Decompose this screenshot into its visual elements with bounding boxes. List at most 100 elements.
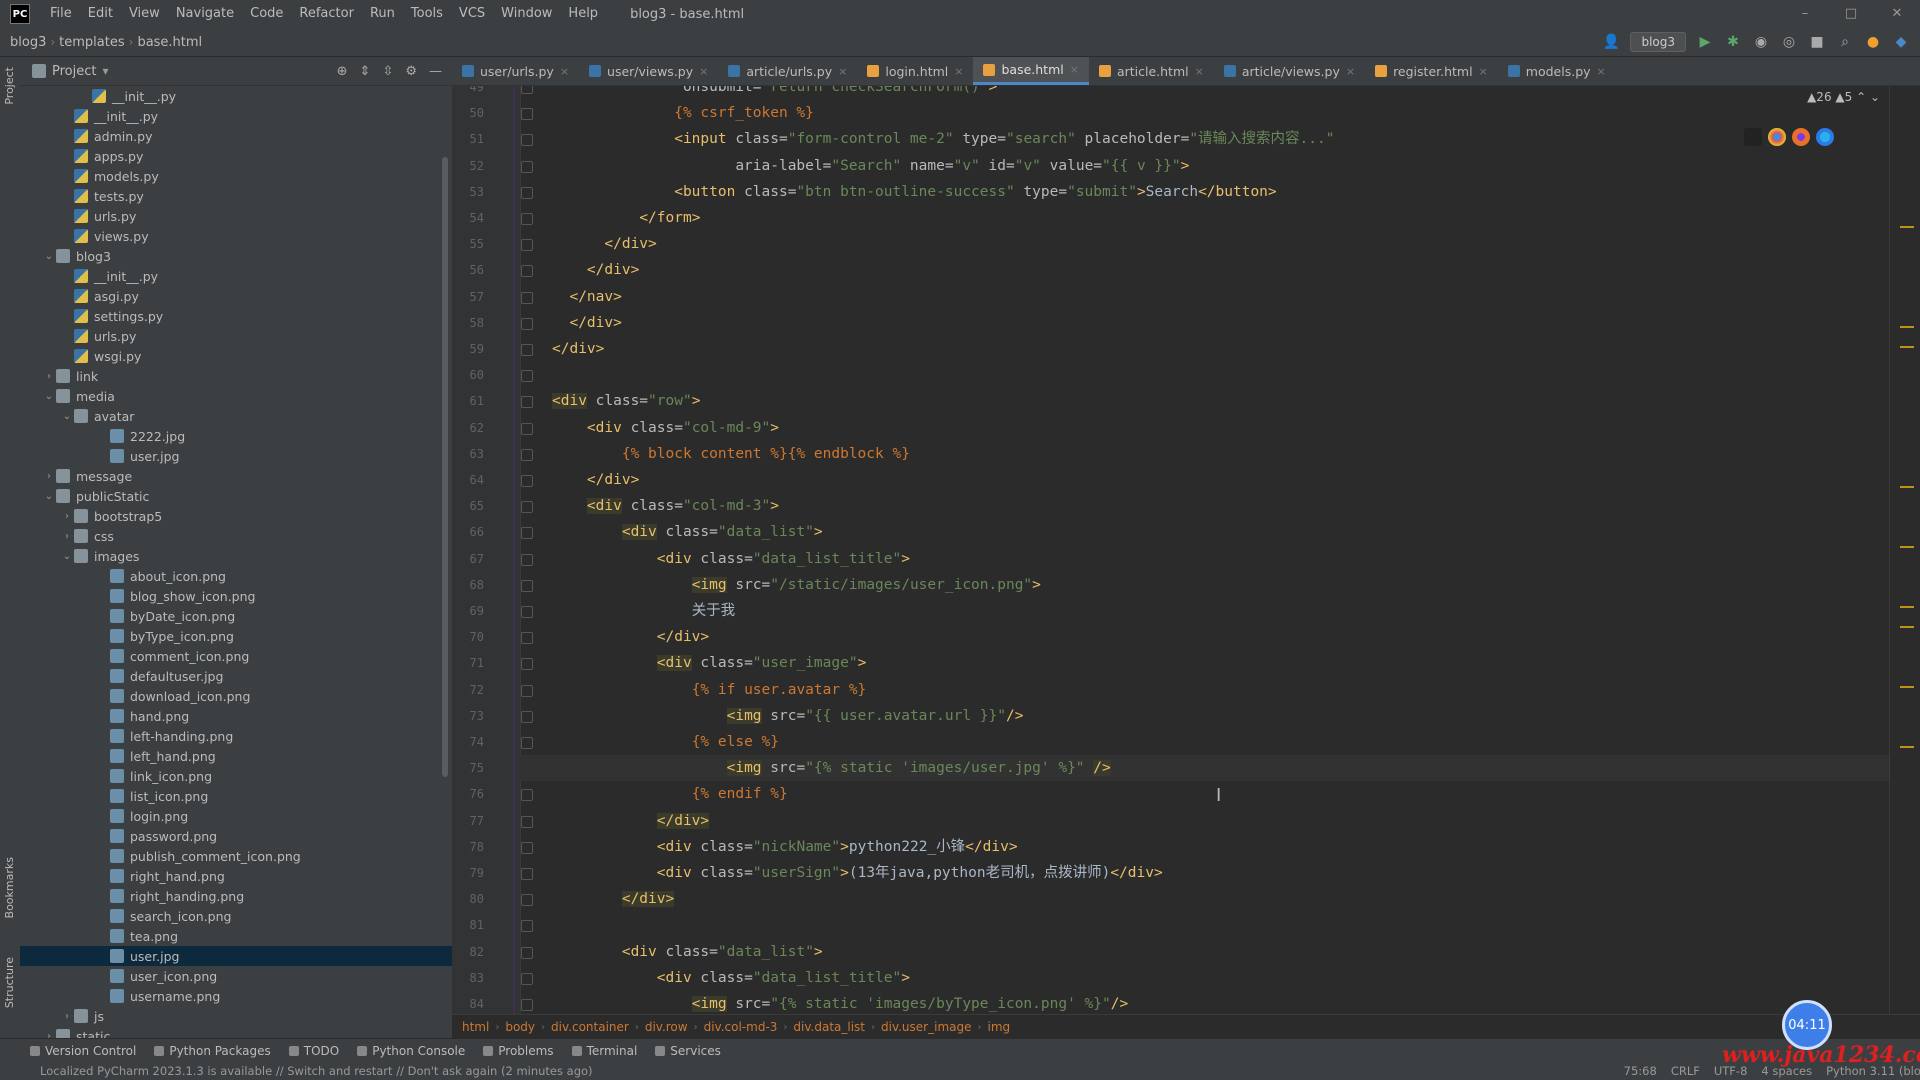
chevron-down-icon[interactable]: ▾	[102, 64, 108, 78]
close-icon[interactable]: ×	[1597, 65, 1606, 78]
breadcrumb-item[interactable]: div.user_image	[881, 1020, 972, 1034]
tree-file[interactable]: password.png	[20, 826, 452, 846]
fold-marker[interactable]	[521, 291, 533, 304]
tree-folder[interactable]: ⌄ publicStatic	[20, 486, 452, 506]
code-line[interactable]: <div class="data_list_title">	[552, 546, 910, 572]
tree-file[interactable]: login.png	[20, 806, 452, 826]
code-line[interactable]: <div class="nickName">python222_小锋</div>	[552, 834, 1018, 860]
fold-marker[interactable]	[521, 317, 533, 330]
close-icon[interactable]: ×	[1070, 63, 1079, 76]
code-line[interactable]: <img src="{% static 'images/byType_icon.…	[552, 991, 1128, 1014]
code-line[interactable]: </div>	[552, 886, 675, 912]
editor-tab[interactable]: login.html ×	[857, 57, 973, 85]
editor-tab[interactable]: user/urls.py ×	[452, 57, 579, 85]
pycharm-preview-icon[interactable]	[1744, 128, 1762, 146]
caret-position[interactable]: 75:68	[1624, 1064, 1657, 1078]
tree-file[interactable]: right_hand.png	[20, 866, 452, 886]
breadcrumb-item[interactable]: div.container	[551, 1020, 629, 1034]
tree-file[interactable]: models.py	[20, 166, 452, 186]
fold-marker[interactable]	[521, 658, 533, 671]
fold-marker[interactable]	[521, 160, 533, 173]
fold-marker[interactable]	[521, 972, 533, 985]
nav-crumb-file[interactable]: base.html	[133, 35, 206, 50]
user-icon[interactable]: 👤	[1602, 33, 1620, 51]
tree-file[interactable]: user_icon.png	[20, 966, 452, 986]
fold-marker[interactable]	[521, 448, 533, 461]
menu-edit[interactable]: Edit	[80, 0, 121, 28]
inspection-widget[interactable]: ▲26 ▲5 ⌃ ⌄	[1807, 90, 1880, 104]
tree-folder[interactable]: › link	[20, 366, 452, 386]
code-line[interactable]: </div>	[552, 808, 710, 834]
coverage-icon[interactable]: ◉	[1752, 33, 1770, 51]
fold-marker[interactable]	[521, 789, 533, 802]
close-icon[interactable]: ×	[1346, 65, 1355, 78]
chevron-right-icon[interactable]: ›	[42, 371, 56, 382]
tree-file[interactable]: user.jpg	[20, 446, 452, 466]
breadcrumb-item[interactable]: div.row	[645, 1020, 688, 1034]
chevron-down-icon[interactable]: ⌄	[60, 411, 74, 422]
editor-tab[interactable]: base.html ×	[973, 57, 1089, 85]
stop-icon[interactable]: ■	[1808, 33, 1826, 51]
chevron-right-icon[interactable]: ›	[60, 1011, 74, 1022]
tool-window-todo[interactable]: TODO	[288, 1044, 339, 1058]
editor-tab[interactable]: register.html ×	[1365, 57, 1498, 85]
tree-file[interactable]: asgi.py	[20, 286, 452, 306]
fold-marker[interactable]	[521, 815, 533, 828]
tree-file[interactable]: 2222.jpg	[20, 426, 452, 446]
fold-marker[interactable]	[521, 894, 533, 907]
tree-file[interactable]: hand.png	[20, 706, 452, 726]
fold-marker[interactable]	[521, 684, 533, 697]
editor-tab[interactable]: article/urls.py ×	[718, 57, 857, 85]
firefox-icon[interactable]	[1792, 128, 1810, 146]
locate-icon[interactable]: ⊕	[337, 64, 348, 79]
code-line[interactable]: {% endif %}	[552, 781, 788, 807]
code-line[interactable]: </div>	[552, 467, 639, 493]
code-line[interactable]: </div>	[552, 310, 621, 336]
fold-marker[interactable]	[521, 370, 533, 383]
fold-marker[interactable]	[521, 841, 533, 854]
update-icon[interactable]: ●	[1864, 33, 1882, 51]
fold-marker[interactable]	[521, 553, 533, 566]
fold-marker[interactable]	[521, 527, 533, 540]
code-line[interactable]: <input class="form-control me-2" type="s…	[552, 126, 1334, 152]
editor-tab[interactable]: article.html ×	[1089, 57, 1214, 85]
tool-window-services[interactable]: Services	[655, 1044, 721, 1058]
warning-marker[interactable]	[1900, 686, 1914, 688]
run-icon[interactable]: ▶	[1696, 33, 1714, 51]
code-line[interactable]: </nav>	[552, 284, 621, 310]
tree-file[interactable]: wsgi.py	[20, 346, 452, 366]
fold-marker[interactable]	[521, 86, 533, 94]
code-line[interactable]: <div class="data_list">	[552, 939, 823, 965]
tree-file[interactable]: list_icon.png	[20, 786, 452, 806]
menu-refactor[interactable]: Refactor	[291, 0, 362, 28]
tree-file[interactable]: tests.py	[20, 186, 452, 206]
tree-folder[interactable]: ⌄ avatar	[20, 406, 452, 426]
editor-tab[interactable]: models.py ×	[1498, 57, 1616, 85]
code-line[interactable]: <img src="/static/images/user_icon.png">	[552, 572, 1041, 598]
tree-file[interactable]: apps.py	[20, 146, 452, 166]
code-editor[interactable]: 49 onsubmit="return checkSearchForm()"> 5…	[452, 86, 1920, 1014]
hide-icon[interactable]: —	[429, 64, 442, 79]
editor-tab[interactable]: user/views.py ×	[579, 57, 718, 85]
menu-code[interactable]: Code	[242, 0, 291, 28]
close-icon[interactable]: ×	[1479, 65, 1488, 78]
maximize-button[interactable]: □	[1828, 0, 1874, 28]
nav-crumb-folder[interactable]: templates	[55, 35, 128, 50]
fold-marker[interactable]	[521, 710, 533, 723]
edge-icon[interactable]	[1816, 128, 1834, 146]
chevron-right-icon[interactable]: ›	[42, 471, 56, 482]
plugin-icon[interactable]: ◆	[1892, 33, 1910, 51]
code-line[interactable]: <div class="data_list">	[552, 519, 823, 545]
tool-window-python-packages[interactable]: Python Packages	[154, 1044, 271, 1058]
code-line[interactable]: {% else %}	[552, 729, 779, 755]
code-line[interactable]: </div>	[552, 624, 709, 650]
run-config-select[interactable]: blog3	[1630, 32, 1686, 52]
fold-marker[interactable]	[521, 632, 533, 645]
chevron-down-icon[interactable]: ⌄	[42, 251, 56, 262]
fold-marker[interactable]	[521, 396, 533, 409]
fold-marker[interactable]	[521, 868, 533, 880]
tree-file[interactable]: download_icon.png	[20, 686, 452, 706]
code-line[interactable]: <img src="{% static 'images/user.jpg' %}…	[520, 755, 1920, 782]
tool-window-version-control[interactable]: Version Control	[30, 1044, 136, 1058]
fold-marker[interactable]	[521, 134, 533, 147]
